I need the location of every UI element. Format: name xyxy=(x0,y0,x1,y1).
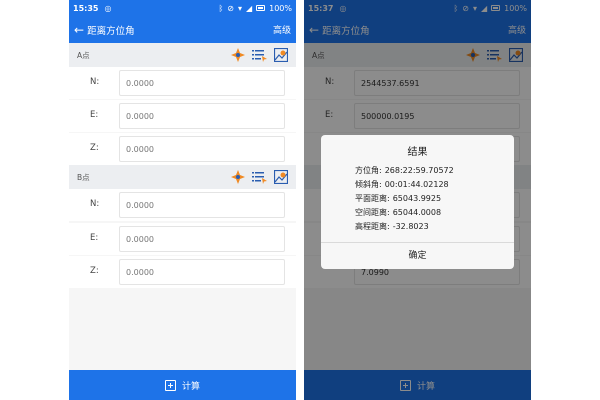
calculate-button[interactable]: 计算 xyxy=(69,370,296,400)
point-b-header: B点 xyxy=(69,165,296,189)
mute-icon: ⊘ xyxy=(227,3,234,13)
result-key: 倾斜角: xyxy=(355,180,382,189)
point-b-z-row: Z: 0.0000 xyxy=(69,256,296,288)
field-label: N: xyxy=(90,77,100,87)
compass-point-icon[interactable] xyxy=(231,170,245,184)
point-a-header: A点 xyxy=(69,43,296,67)
calculate-label: 计算 xyxy=(181,381,200,392)
page-title: 距离方位角 xyxy=(87,25,135,37)
point-a-z-input[interactable]: 0.0000 xyxy=(119,136,285,162)
field-label: N: xyxy=(90,199,100,209)
status-bar: 15:35 ◎ ᛒ ⊘ ▾ ◢ 100% xyxy=(69,0,296,16)
map-pick-icon[interactable] xyxy=(274,170,288,184)
ok-button[interactable]: 确定 xyxy=(321,242,514,269)
calculator-icon xyxy=(164,379,176,391)
point-a-z-row: Z: 0.0000 xyxy=(69,133,296,165)
compass-point-icon[interactable] xyxy=(231,48,245,62)
result-line-elevation-distance: 高程距离: -32.8023 xyxy=(355,220,514,234)
point-a-e-row: E: 0.0000 xyxy=(69,100,296,132)
field-label: Z: xyxy=(90,143,99,153)
result-key: 高程距离: xyxy=(355,222,390,231)
point-list-icon[interactable] xyxy=(252,171,267,184)
result-line-plane-distance: 平面距离: 65043.9925 xyxy=(355,192,514,206)
result-value: 65044.0008 xyxy=(392,208,442,217)
result-line-inclination: 倾斜角: 00:01:44.02128 xyxy=(355,178,514,192)
point-list-icon[interactable] xyxy=(252,49,267,62)
signal-icon: ◢ xyxy=(245,3,253,13)
notification-icon: ◎ xyxy=(104,3,112,13)
point-a-n-row: N: 0.0000 xyxy=(69,67,296,99)
result-line-azimuth: 方位角: 268:22:59.70572 xyxy=(355,164,514,178)
advanced-button[interactable]: 高级 xyxy=(273,23,291,36)
result-lines: 方位角: 268:22:59.70572 倾斜角: 00:01:44.02128 平… xyxy=(321,164,514,234)
point-b-label: B点 xyxy=(77,172,90,182)
result-key: 空间距离: xyxy=(355,208,390,217)
back-arrow-icon[interactable]: ← xyxy=(74,23,84,37)
point-a-e-input[interactable]: 0.0000 xyxy=(119,103,285,129)
status-time: 15:35 xyxy=(73,3,99,13)
field-label: E: xyxy=(90,110,99,120)
form-content: A点 N: 0.0000 E: 0.0000 Z: 0.0000 B点 N: 0… xyxy=(69,43,296,370)
screen-right: 15:37 ◎ ᛒ ⊘ ▾ ◢ 100% ← 距离方位角 高级 A点 N: 25… xyxy=(304,0,531,400)
result-key: 平面距离: xyxy=(355,194,390,203)
point-b-n-row: N: 0.0000 xyxy=(69,189,296,221)
point-b-z-input[interactable]: 0.0000 xyxy=(119,259,285,285)
result-value: -32.8023 xyxy=(392,222,429,231)
result-line-space-distance: 空间距离: 65044.0008 xyxy=(355,206,514,220)
result-key: 方位角: xyxy=(355,166,382,175)
result-value: 65043.9925 xyxy=(392,194,442,203)
field-label: Z: xyxy=(90,266,99,276)
battery-icon xyxy=(256,5,266,11)
bluetooth-icon: ᛒ xyxy=(218,3,224,13)
result-value: 00:01:44.02128 xyxy=(384,180,449,189)
dialog-title: 结果 xyxy=(407,147,428,158)
point-b-e-input[interactable]: 0.0000 xyxy=(119,226,285,252)
battery-level: 100% xyxy=(269,3,292,13)
wifi-icon: ▾ xyxy=(237,3,242,13)
result-dialog: 结果 方位角: 268:22:59.70572 倾斜角: 00:01:44.0212… xyxy=(321,135,514,269)
app-bar: ← 距离方位角 高级 xyxy=(69,16,296,43)
point-b-n-input[interactable]: 0.0000 xyxy=(119,192,285,218)
result-value: 268:22:59.70572 xyxy=(384,166,454,175)
point-b-e-row: E: 0.0000 xyxy=(69,223,296,255)
point-a-n-input[interactable]: 0.0000 xyxy=(119,70,285,96)
point-a-label: A点 xyxy=(77,50,90,60)
field-label: E: xyxy=(90,233,99,243)
map-pick-icon[interactable] xyxy=(274,48,288,62)
screen-left: 15:35 ◎ ᛒ ⊘ ▾ ◢ 100% ← 距离方位角 高级 A点 N: 0.… xyxy=(69,0,296,400)
